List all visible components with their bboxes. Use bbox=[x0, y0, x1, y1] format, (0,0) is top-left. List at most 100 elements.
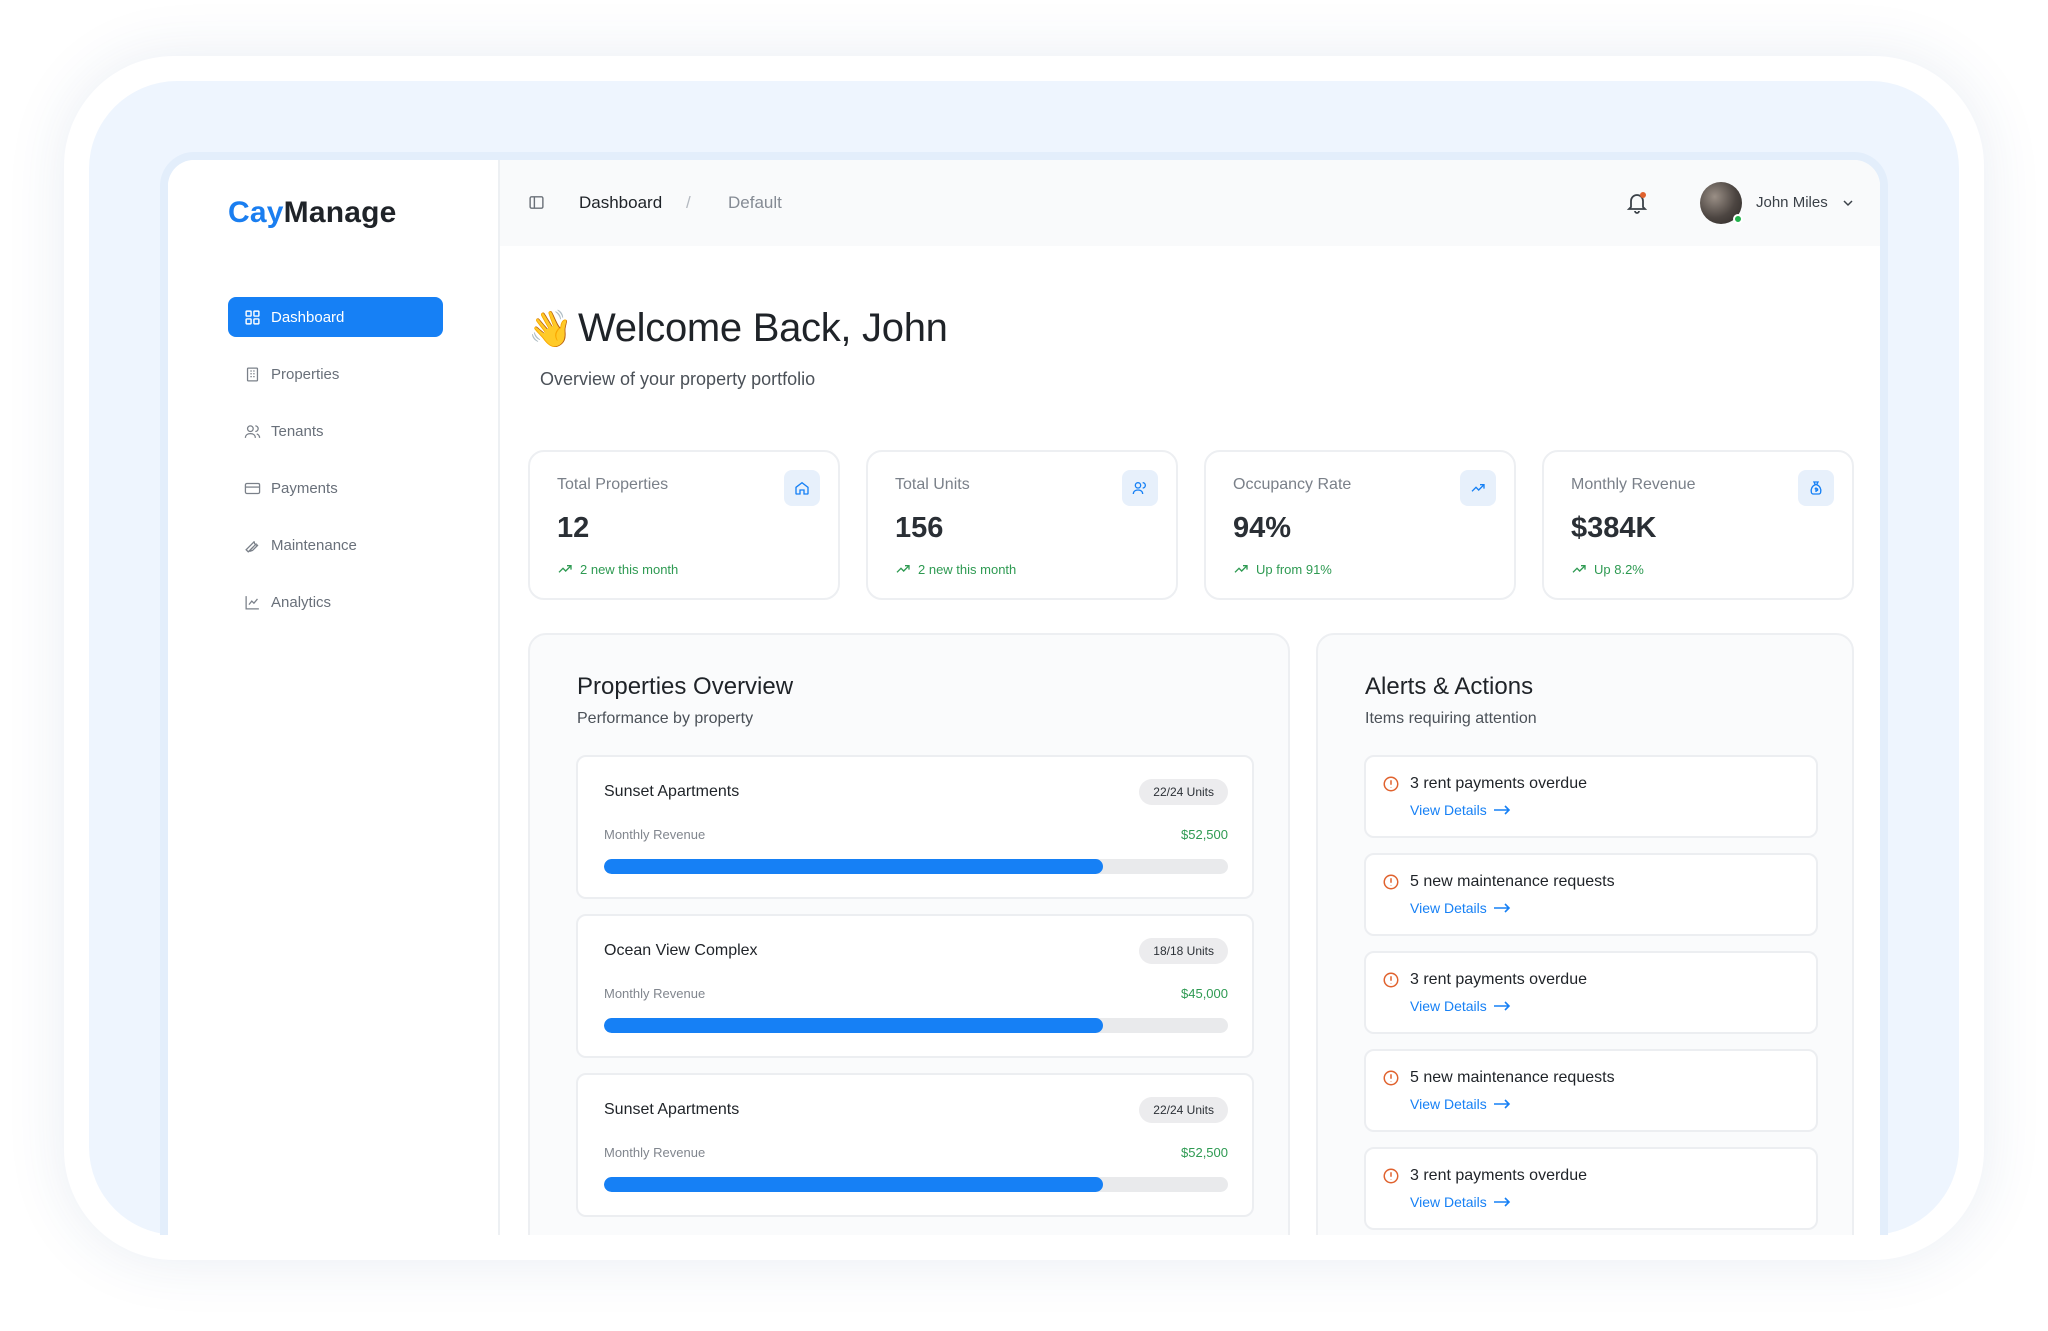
alert-item[interactable]: 5 new maintenance requests View Details bbox=[1364, 853, 1818, 936]
home-icon bbox=[784, 470, 820, 506]
breadcrumb-sub[interactable]: Default bbox=[728, 193, 782, 213]
alerts-actions-panel: Alerts & Actions Items requiring attenti… bbox=[1316, 633, 1854, 1235]
alert-item[interactable]: 3 rent payments overdue View Details bbox=[1364, 951, 1818, 1034]
stat-label: Monthly Revenue bbox=[1571, 476, 1696, 493]
alert-text: 3 rent payments overdue bbox=[1410, 775, 1587, 792]
stat-label: Total Properties bbox=[557, 476, 669, 493]
sidebar-toggle-icon[interactable] bbox=[528, 194, 545, 211]
alert-circle-icon bbox=[1382, 1167, 1400, 1185]
arrow-right-icon bbox=[1493, 1001, 1510, 1011]
stat-value: $384K bbox=[1571, 512, 1657, 544]
notification-bell-icon[interactable] bbox=[1625, 190, 1649, 216]
view-details-link[interactable]: View Details bbox=[1410, 802, 1511, 818]
alert-circle-icon bbox=[1382, 971, 1400, 989]
stat-card-total-properties[interactable]: Total Properties 12 2 new this month bbox=[528, 450, 840, 600]
chevron-down-icon[interactable] bbox=[1840, 195, 1856, 211]
view-details-link[interactable]: View Details bbox=[1410, 900, 1511, 916]
alert-circle-icon bbox=[1382, 873, 1400, 891]
logo-part-cay: Cay bbox=[228, 196, 284, 229]
view-details-link[interactable]: View Details bbox=[1410, 1096, 1511, 1112]
revenue-label: Monthly Revenue bbox=[604, 1145, 706, 1160]
sidebar-item-label: Dashboard bbox=[271, 308, 345, 326]
progress-fill bbox=[604, 859, 1104, 874]
revenue-label: Monthly Revenue bbox=[604, 827, 706, 842]
top-bar: Dashboard / Default John Miles bbox=[500, 160, 1880, 246]
sidebar-item-tenants[interactable]: Tenants bbox=[228, 411, 443, 451]
arrow-right-icon bbox=[1493, 805, 1510, 815]
property-name: Sunset Apartments bbox=[604, 1101, 740, 1118]
property-card[interactable]: Sunset Apartments 22/24 Units Monthly Re… bbox=[576, 755, 1254, 899]
units-badge: 22/24 Units bbox=[1139, 779, 1228, 805]
view-details-link[interactable]: View Details bbox=[1410, 998, 1511, 1014]
stat-card-monthly-revenue[interactable]: Monthly Revenue $384K Up 8.2% bbox=[1542, 450, 1854, 600]
user-name[interactable]: John Miles bbox=[1756, 194, 1828, 211]
trend-up-icon bbox=[558, 565, 572, 573]
trend-up-icon bbox=[1572, 565, 1586, 573]
arrow-right-icon bbox=[1493, 1099, 1510, 1109]
wrench-icon bbox=[244, 537, 261, 554]
alert-item[interactable]: 5 new maintenance requests View Details bbox=[1364, 1049, 1818, 1132]
stat-value: 94% bbox=[1233, 512, 1292, 544]
sidebar-item-properties[interactable]: Properties bbox=[228, 354, 443, 394]
progress-fill bbox=[604, 1177, 1104, 1192]
revenue-progress-bar bbox=[604, 1018, 1228, 1033]
line-chart-icon bbox=[244, 594, 261, 611]
trending-up-icon bbox=[1460, 470, 1496, 506]
alert-item[interactable]: 3 rent payments overdue View Details bbox=[1364, 755, 1818, 838]
sidebar-item-payments[interactable]: Payments bbox=[228, 468, 443, 508]
stat-card-total-units[interactable]: Total Units 156 2 new this month bbox=[866, 450, 1178, 600]
grid-icon bbox=[244, 309, 261, 326]
app-window: CayManage Dashboard Properties Tenants P… bbox=[160, 152, 1888, 1235]
alert-text: 5 new maintenance requests bbox=[1410, 873, 1615, 890]
trend-up-icon bbox=[1234, 565, 1248, 573]
progress-fill bbox=[604, 1018, 1104, 1033]
arrow-right-icon bbox=[1493, 1197, 1510, 1207]
breadcrumb-separator: / bbox=[686, 193, 691, 212]
stat-change: Up from 91% bbox=[1233, 561, 1332, 577]
trend-up-icon bbox=[896, 565, 910, 573]
users-icon bbox=[1122, 470, 1158, 506]
stat-card-occupancy-rate[interactable]: Occupancy Rate 94% Up from 91% bbox=[1204, 450, 1516, 600]
arrow-right-icon bbox=[1493, 903, 1510, 913]
panel-title: Properties Overview bbox=[577, 673, 794, 700]
alert-text: 3 rent payments overdue bbox=[1410, 971, 1587, 988]
app-logo[interactable]: CayManage bbox=[228, 196, 397, 230]
sidebar-item-label: Tenants bbox=[271, 422, 324, 440]
alert-item[interactable]: 3 rent payments overdue View Details bbox=[1364, 1147, 1818, 1230]
revenue-value: $52,500 bbox=[1181, 827, 1228, 842]
sidebar-nav: Dashboard Properties Tenants Payments Ma… bbox=[228, 297, 443, 639]
building-icon bbox=[244, 366, 261, 383]
stat-change: 2 new this month bbox=[895, 561, 1016, 577]
stat-value: 12 bbox=[557, 512, 590, 544]
waving-hand-icon: 👋 bbox=[528, 308, 573, 349]
stat-label: Total Units bbox=[895, 476, 970, 493]
property-card[interactable]: Ocean View Complex 18/18 Units Monthly R… bbox=[576, 914, 1254, 1058]
property-card[interactable]: Sunset Apartments 22/24 Units Monthly Re… bbox=[576, 1073, 1254, 1217]
alert-text: 3 rent payments overdue bbox=[1410, 1167, 1587, 1184]
units-badge: 22/24 Units bbox=[1139, 1097, 1228, 1123]
users-icon bbox=[244, 423, 261, 440]
revenue-progress-bar bbox=[604, 1177, 1228, 1192]
online-status-dot bbox=[1733, 214, 1743, 224]
sidebar-item-dashboard[interactable]: Dashboard bbox=[228, 297, 443, 337]
revenue-value: $45,000 bbox=[1181, 986, 1228, 1001]
sidebar-item-analytics[interactable]: Analytics bbox=[228, 582, 443, 622]
logo-part-manage: Manage bbox=[283, 196, 397, 229]
credit-card-icon bbox=[244, 480, 261, 497]
sidebar-item-label: Properties bbox=[271, 365, 340, 383]
money-bag-icon bbox=[1798, 470, 1834, 506]
properties-overview-panel: Properties Overview Performance by prope… bbox=[528, 633, 1290, 1235]
property-name: Sunset Apartments bbox=[604, 783, 740, 800]
page-title: Welcome Back, John bbox=[578, 306, 948, 350]
revenue-label: Monthly Revenue bbox=[604, 986, 706, 1001]
alert-circle-icon bbox=[1382, 1069, 1400, 1087]
stat-value: 156 bbox=[895, 512, 944, 544]
revenue-progress-bar bbox=[604, 859, 1228, 874]
stat-change: 2 new this month bbox=[557, 561, 678, 577]
revenue-value: $52,500 bbox=[1181, 1145, 1228, 1160]
view-details-link[interactable]: View Details bbox=[1410, 1194, 1511, 1210]
sidebar-item-label: Analytics bbox=[271, 593, 332, 611]
property-name: Ocean View Complex bbox=[604, 942, 758, 959]
breadcrumb-current[interactable]: Dashboard bbox=[579, 193, 662, 213]
sidebar-item-maintenance[interactable]: Maintenance bbox=[228, 525, 443, 565]
